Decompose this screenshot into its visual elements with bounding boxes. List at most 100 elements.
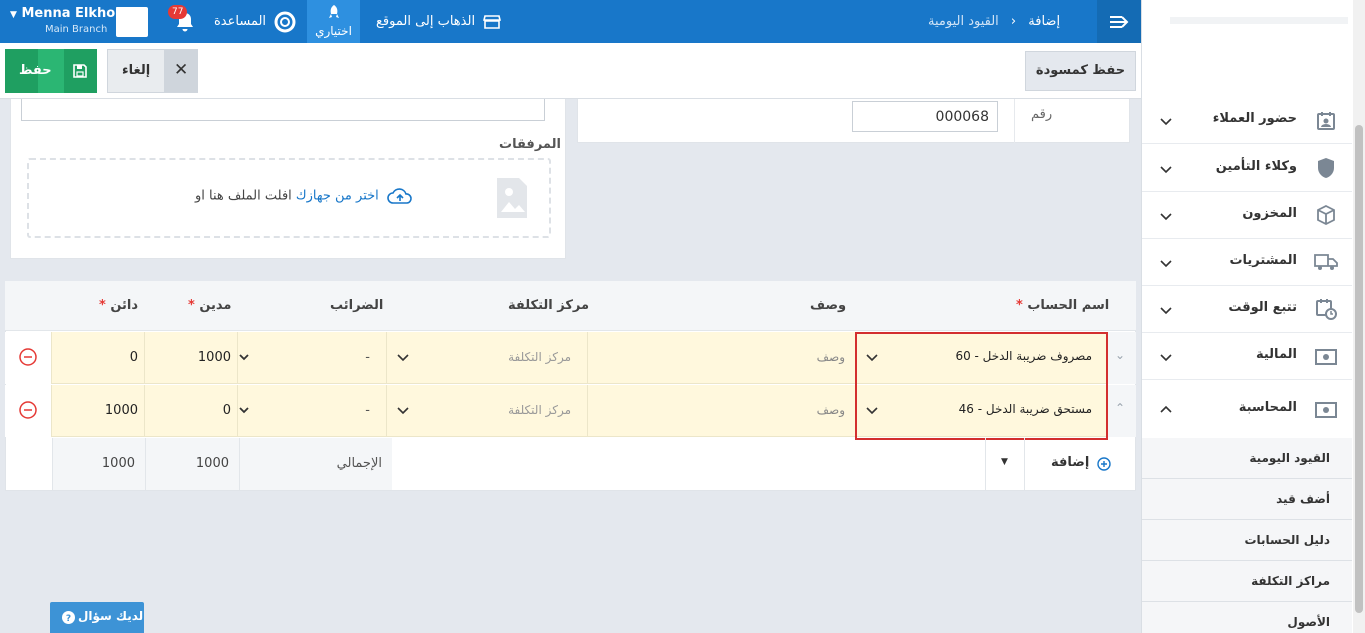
row-handle[interactable]: ⌄ — [1107, 332, 1136, 384]
cost-center-placeholder: مركز التكلفة — [508, 350, 571, 364]
add-row-dropdown[interactable]: ▼ — [985, 438, 1024, 490]
credit-value: 1000 — [104, 403, 138, 418]
chevron-down-icon — [1160, 118, 1172, 126]
question-circle-icon: ? — [62, 611, 75, 624]
debit-input[interactable]: 1000 — [144, 332, 237, 384]
debit-value: 1000 — [197, 350, 231, 365]
cancel-label: إلغاء — [122, 63, 151, 78]
help-question-button[interactable]: ? لديك سؤال — [50, 602, 144, 633]
save-label: حفظ — [19, 63, 52, 78]
number-input[interactable] — [852, 101, 998, 132]
help-link[interactable]: المساعدة — [214, 0, 296, 43]
cancel-icon-box: ✕ — [164, 50, 198, 92]
breadcrumb-parent[interactable]: القيود اليومية — [928, 14, 999, 29]
sidebar-item-insurance-agents[interactable]: وكلاء التأمين — [1142, 145, 1352, 192]
remove-row-button[interactable] — [5, 385, 51, 437]
cancel-button[interactable]: إلغاء ✕ — [107, 49, 198, 93]
help-label: المساعدة — [214, 14, 267, 29]
row-handle[interactable]: ⌃ — [1107, 385, 1136, 437]
sidebar-item-finance[interactable]: المالية — [1142, 333, 1352, 380]
cost-center-select[interactable]: مركز التكلفة — [386, 332, 587, 384]
optional-label: اختياري — [315, 24, 352, 38]
top-navbar: ▼ Menna Elkholy Main Branch 77 المساعدة … — [0, 0, 1141, 43]
debit-input[interactable]: 0 — [144, 385, 237, 437]
back-button[interactable] — [1097, 0, 1141, 43]
sidebar-item-label: حضور العملاء — [1212, 111, 1297, 126]
notifications-button[interactable]: 77 — [168, 5, 194, 32]
sidebar-item-accounting[interactable]: المحاسبة — [1142, 386, 1352, 438]
chevron-down-icon — [397, 354, 409, 362]
calendar-user-icon — [1317, 112, 1335, 130]
branch-name: Main Branch — [45, 24, 108, 35]
chevron-down-icon — [239, 354, 249, 361]
attachments-card: المرفقات اختر من جهازك افلت الملف هنا او — [10, 99, 566, 259]
chevron-double-down-icon: ⌄ — [1115, 348, 1126, 362]
sidebar-item-label: المالية — [1255, 347, 1297, 362]
total-label-cell: الإجمالي — [239, 438, 392, 490]
sidebar-sub-add-entry[interactable]: أضف قيد — [1142, 479, 1352, 520]
description-placeholder: وصف — [816, 403, 845, 417]
sidebar-item-time-tracking[interactable]: تتبع الوقت — [1142, 286, 1352, 333]
chevron-double-up-icon: ⌃ — [1115, 401, 1126, 415]
header-account: * اسم الحساب — [1016, 298, 1110, 313]
scrollbar-thumb[interactable] — [1355, 125, 1363, 613]
description-placeholder: وصف — [816, 350, 845, 364]
sidebar-sub-journal-entries[interactable]: القيود اليومية — [1142, 438, 1352, 479]
goto-site-label: الذهاب إلى الموقع — [376, 14, 476, 29]
cost-center-select[interactable]: مركز التكلفة — [386, 385, 587, 437]
optional-button[interactable]: اختياري — [307, 0, 360, 43]
avatar[interactable] — [116, 7, 148, 37]
sidebar-item-purchases[interactable]: المشتريات — [1142, 239, 1352, 286]
credit-input[interactable]: 1000 — [51, 385, 144, 437]
tax-value: - — [365, 350, 370, 365]
cost-center-placeholder: مركز التكلفة — [508, 403, 571, 417]
description-input[interactable]: وصف — [587, 332, 855, 384]
calendar-clock-icon — [1316, 299, 1337, 320]
goto-site-link[interactable]: الذهاب إلى الموقع — [376, 0, 502, 43]
sidebar-sub-cost-centers[interactable]: مراكز التكلفة — [1142, 561, 1352, 602]
caret-down-icon: ▼ — [10, 10, 17, 20]
remove-row-button[interactable] — [5, 332, 51, 384]
chevron-down-icon — [239, 407, 249, 414]
minus-circle-icon — [19, 348, 37, 366]
choose-file-link[interactable]: اختر من جهازك — [296, 189, 379, 204]
add-row-button[interactable]: إضافة — [1024, 438, 1136, 490]
header-credit: * دائن — [99, 298, 139, 313]
chevron-down-icon — [1160, 166, 1172, 174]
breadcrumb-current: إضافة — [1028, 14, 1061, 29]
save-draft-button[interactable]: حفظ كمسودة — [1025, 51, 1136, 91]
description-input[interactable]: وصف — [587, 385, 855, 437]
journal-info-card: رقم — [577, 99, 1130, 143]
arrow-right-icon — [1110, 16, 1129, 28]
sidebar-item-label: المحاسبة — [1238, 400, 1297, 415]
sidebar-sub-assets[interactable]: الأصول — [1142, 602, 1352, 633]
money-icon — [1315, 349, 1337, 365]
user-menu[interactable]: ▼ Menna Elkholy — [10, 6, 128, 21]
header-taxes: الضرائب — [330, 298, 384, 313]
rocket-icon — [328, 5, 339, 18]
lifebuoy-icon — [274, 11, 296, 32]
sidebar-sub-chart-of-accounts[interactable]: دليل الحسابات — [1142, 520, 1352, 561]
breadcrumb-separator-icon: ‹ — [1010, 14, 1017, 29]
save-button[interactable]: حفظ — [5, 49, 97, 93]
minus-circle-icon — [19, 401, 37, 419]
chevron-up-icon — [1160, 405, 1172, 413]
tax-value: - — [365, 403, 370, 418]
image-placeholder-icon — [497, 178, 527, 218]
sidebar-item-client-attendance[interactable]: حضور العملاء — [1142, 97, 1352, 144]
sidebar-item-inventory[interactable]: المخزون — [1142, 192, 1352, 239]
tax-select[interactable]: - — [237, 385, 386, 437]
sidebar-scrollbar[interactable] — [1353, 0, 1365, 633]
chevron-down-icon — [1160, 307, 1172, 315]
dropzone[interactable]: اختر من جهازك افلت الملف هنا او — [27, 158, 551, 238]
help-question-label: لديك سؤال — [78, 609, 144, 623]
credit-input[interactable]: 0 — [51, 332, 144, 384]
truck-icon — [1314, 254, 1338, 270]
floppy-disk-icon — [73, 64, 87, 78]
debit-value: 0 — [222, 403, 231, 418]
notes-textarea[interactable] — [21, 99, 545, 121]
box-icon — [1317, 205, 1335, 225]
drop-text: افلت الملف هنا او — [195, 188, 292, 204]
tax-select[interactable]: - — [237, 332, 386, 384]
sidebar-item-label: المشتريات — [1229, 253, 1297, 268]
